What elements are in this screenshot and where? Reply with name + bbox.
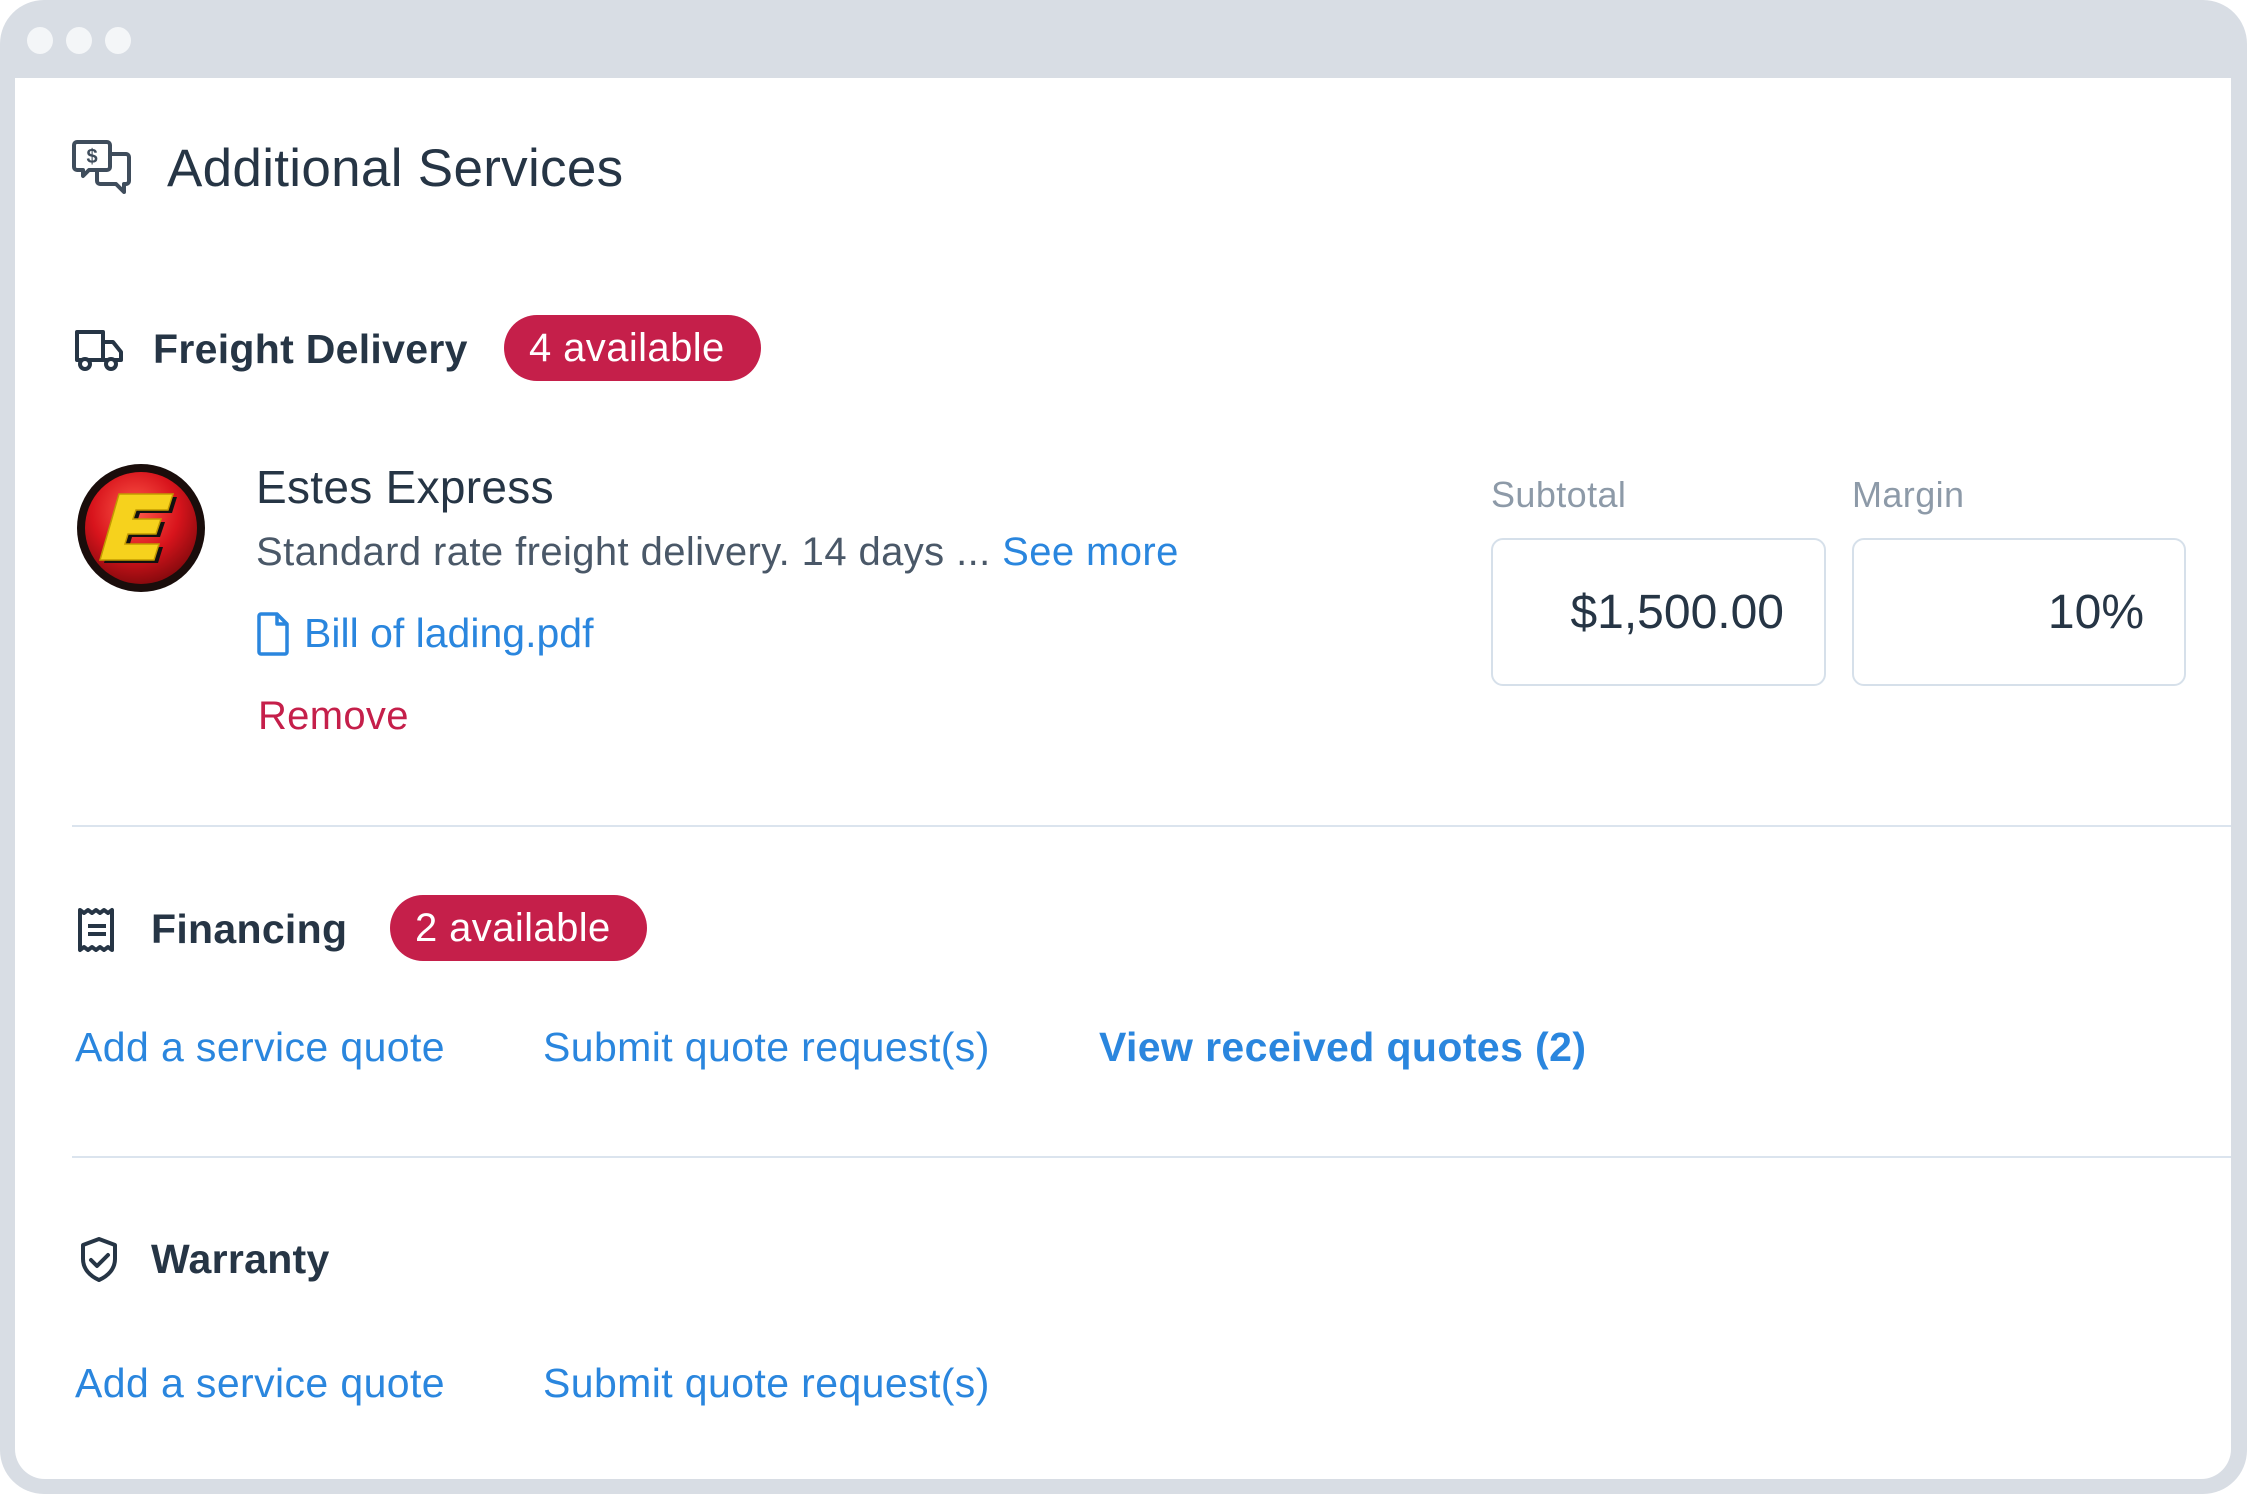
truck-icon bbox=[75, 330, 123, 371]
vendor-description: Standard rate freight delivery. 14 days … bbox=[256, 530, 1179, 575]
additional-services-panel: $ Additional Services Freight Delivery 4… bbox=[15, 78, 2231, 1479]
see-more-link[interactable]: See more bbox=[1002, 530, 1179, 574]
financing-submit-quote-request-link[interactable]: Submit quote request(s) bbox=[543, 1024, 990, 1071]
section-divider bbox=[72, 1156, 2231, 1158]
svg-text:$: $ bbox=[86, 146, 97, 168]
window-titlebar bbox=[0, 0, 2247, 78]
subtotal-input[interactable]: $1,500.00 bbox=[1491, 538, 1826, 686]
document-icon bbox=[257, 611, 289, 656]
subtotal-label: Subtotal bbox=[1491, 474, 1627, 515]
vendor-name: Estes Express bbox=[256, 461, 554, 513]
vendor-description-text: Standard rate freight delivery. 14 days … bbox=[256, 530, 991, 574]
window-control-dot[interactable] bbox=[27, 27, 53, 54]
warranty-submit-quote-request-link[interactable]: Submit quote request(s) bbox=[543, 1360, 990, 1407]
section-label-warranty: Warranty bbox=[151, 1236, 330, 1282]
estes-express-logo bbox=[77, 464, 205, 592]
window-control-dot[interactable] bbox=[66, 27, 92, 54]
financing-add-service-quote-link[interactable]: Add a service quote bbox=[75, 1024, 445, 1071]
receipt-icon bbox=[78, 908, 114, 952]
margin-label: Margin bbox=[1852, 474, 1965, 515]
window-frame: $ Additional Services Freight Delivery 4… bbox=[0, 0, 2247, 1494]
financing-available-badge[interactable]: 2 available bbox=[390, 895, 647, 961]
section-label-freight-delivery: Freight Delivery bbox=[153, 326, 468, 372]
section-label-financing: Financing bbox=[151, 906, 348, 952]
warranty-add-service-quote-link[interactable]: Add a service quote bbox=[75, 1360, 445, 1407]
chat-dollar-icon: $ bbox=[72, 140, 131, 194]
page-title: Additional Services bbox=[167, 139, 624, 198]
view-received-quotes-link[interactable]: View received quotes (2) bbox=[1099, 1024, 1586, 1071]
attachment-filename[interactable]: Bill of lading.pdf bbox=[304, 610, 593, 657]
remove-vendor-button[interactable]: Remove bbox=[258, 694, 409, 739]
margin-input[interactable]: 10% bbox=[1852, 538, 2186, 686]
shield-check-icon bbox=[81, 1237, 117, 1282]
freight-available-badge[interactable]: 4 available bbox=[504, 315, 761, 381]
section-divider bbox=[72, 825, 2231, 827]
attachment-link[interactable]: Bill of lading.pdf bbox=[256, 610, 593, 657]
window-control-dot[interactable] bbox=[105, 27, 131, 54]
